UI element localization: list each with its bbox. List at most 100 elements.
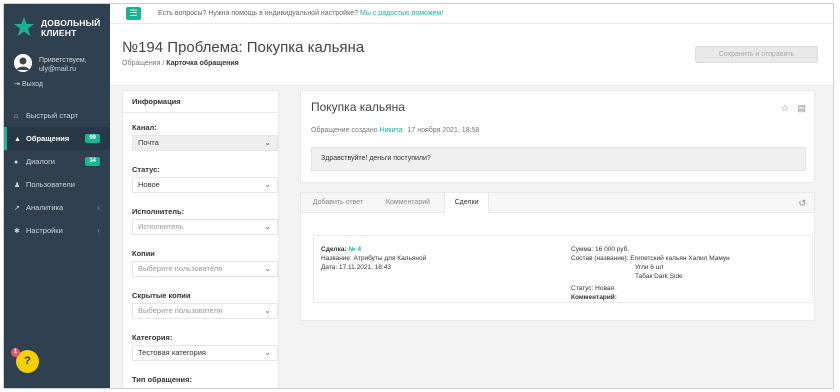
deal-date-row: Дата: 17.11.2021, 18:43 bbox=[321, 263, 426, 272]
hamburger-icon: ☰ bbox=[129, 8, 138, 18]
chevron-down-icon: ⌄ bbox=[264, 306, 271, 315]
breadcrumb-current: Карточка обращения bbox=[166, 60, 239, 67]
deal-sum-row: Сумма: 16 000 руб. bbox=[571, 245, 730, 254]
user-email: uly@mail.ru bbox=[39, 66, 77, 73]
deal-composition-row: Состав (название): Египетский кальян Хал… bbox=[571, 254, 730, 263]
breadcrumb: Обращения / Карточка обращения bbox=[122, 60, 239, 67]
help-label: ? bbox=[24, 355, 31, 367]
deal-label: Сделка: bbox=[321, 246, 347, 253]
hidden-copies-select[interactable]: Выберите пользователя ⌄ bbox=[132, 303, 278, 319]
save-and-send-button[interactable]: Сохранить и отправить bbox=[695, 46, 818, 63]
status-select[interactable]: Новое ⌄ bbox=[132, 177, 278, 193]
page-header: №194 Проблема: Покупка кальяна Обращения… bbox=[110, 24, 833, 86]
ticket-title: Покупка кальяна bbox=[311, 100, 405, 114]
tab-bar: Добавить ответ Комментарий Сделки ↺ bbox=[301, 193, 814, 214]
sidebar-item-tickets[interactable]: ▲ Обращения 99 bbox=[4, 127, 110, 150]
category-label: Категория: bbox=[132, 333, 173, 342]
app-window: ДОВОЛЬНЫЙ КЛИЕНТ Приветствуем, uly@mail.… bbox=[3, 3, 834, 389]
gear-icon: ✱ bbox=[14, 228, 20, 235]
chevron-down-icon: ⌄ bbox=[264, 264, 271, 273]
logo[interactable]: ДОВОЛЬНЫЙ КЛИЕНТ bbox=[13, 14, 103, 44]
deal-card: Сделка: № 4 Название: Атрибуты для Калья… bbox=[313, 235, 813, 303]
sidebar-item-dialogs[interactable]: ● Диалоги 34 bbox=[4, 150, 110, 173]
deal-name-value: Атрибуты для Кальяной bbox=[353, 255, 427, 262]
sidebar-item-users[interactable]: ♟ Пользователи bbox=[4, 173, 110, 196]
deal-right: Сумма: 16 000 руб. Состав (название): Ег… bbox=[571, 245, 730, 302]
tab-add-reply[interactable]: Добавить ответ bbox=[301, 193, 375, 213]
topbar: ☰ Есть вопросы? Нужна помощь в индивидуа… bbox=[110, 4, 833, 24]
deal-sum-label: Сумма: bbox=[571, 246, 594, 253]
executor-select[interactable]: Исполнитель ⌄ bbox=[132, 219, 278, 235]
author-link[interactable]: Никита bbox=[380, 127, 403, 134]
chevron-down-icon: ⌄ bbox=[264, 180, 271, 189]
ticket-card: Покупка кальяна ☆ ▤ Обращение создано Ни… bbox=[300, 90, 815, 183]
logout-link[interactable]: ⇥ Выход bbox=[14, 80, 43, 88]
ticket-type-field: Тип обращения: bbox=[132, 375, 278, 387]
avatar[interactable] bbox=[14, 54, 32, 72]
category-select[interactable]: Тестовая категория ⌄ bbox=[132, 345, 278, 361]
copies-placeholder: Выберите пользователя bbox=[138, 264, 223, 273]
sidebar-item-label: Обращения bbox=[26, 134, 70, 143]
star-logo-icon bbox=[14, 17, 34, 36]
channel-value: Почта bbox=[138, 138, 159, 147]
created-prefix: Обращение создано bbox=[311, 127, 378, 134]
deal-name-label: Название: bbox=[321, 255, 352, 262]
user-avatar-icon bbox=[14, 54, 32, 72]
sidebar-item-label: Пользователи bbox=[26, 180, 75, 189]
deal-composition-item: Табак Dark Side bbox=[635, 273, 683, 280]
executor-placeholder: Исполнитель bbox=[138, 222, 184, 231]
channel-select[interactable]: Почта ⌄ bbox=[132, 135, 278, 151]
deal-date-label: Дата: bbox=[321, 264, 338, 271]
deal-number-row: Сделка: № 4 bbox=[321, 245, 426, 254]
deal-status-label: Статус: bbox=[571, 285, 594, 292]
copies-select[interactable]: Выберите пользователя ⌄ bbox=[132, 261, 278, 277]
dialogs-count-badge: 34 bbox=[85, 157, 100, 166]
status-field: Статус: Новое ⌄ bbox=[132, 165, 278, 193]
status-label: Статус: bbox=[132, 165, 160, 174]
sidebar-nav: ⌂ Быстрый старт ▲ Обращения 99 ● Диалоги 34… bbox=[4, 104, 110, 242]
greeting-text: Приветствуем, bbox=[39, 57, 87, 64]
support-notice: Есть вопросы? Нужна помощь в индивидуаль… bbox=[158, 10, 443, 17]
breadcrumb-separator: / bbox=[162, 60, 165, 67]
sidebar: ДОВОЛЬНЫЙ КЛИЕНТ Приветствуем, uly@mail.… bbox=[4, 4, 110, 388]
users-icon: ♟ bbox=[14, 182, 21, 189]
deal-number-link[interactable]: № 4 bbox=[348, 246, 361, 253]
copies-label: Копии bbox=[132, 249, 155, 258]
executor-field: Исполнитель: Исполнитель ⌄ bbox=[132, 207, 278, 235]
chevron-down-icon: ⌄ bbox=[264, 348, 271, 357]
logout-label: Выход bbox=[22, 81, 43, 88]
hidden-copies-label: Скрытые копии bbox=[132, 291, 191, 300]
star-icon[interactable]: ☆ bbox=[781, 103, 789, 113]
warning-icon: ▲ bbox=[14, 136, 21, 143]
breadcrumb-tickets-link[interactable]: Обращения bbox=[122, 60, 160, 67]
created-date: 17 ноября 2021, 18:58 bbox=[407, 127, 480, 134]
deal-name-row: Название: Атрибуты для Кальяной bbox=[321, 254, 426, 263]
sidebar-item-settings[interactable]: ✱ Настройки ‹ bbox=[4, 219, 110, 242]
category-field: Категория: Тестовая категория ⌄ bbox=[132, 333, 278, 361]
channel-field: Канал: Почта ⌄ bbox=[132, 123, 278, 151]
trash-icon[interactable]: ▤ bbox=[797, 103, 806, 113]
support-link[interactable]: Мы с радостью поможем! bbox=[360, 10, 443, 17]
tabs-card: Добавить ответ Комментарий Сделки ↺ Сдел… bbox=[300, 192, 815, 321]
tickets-count-badge: 99 bbox=[85, 134, 100, 143]
chevron-left-icon: ‹ bbox=[97, 226, 100, 235]
logout-icon: ⇥ bbox=[14, 81, 20, 88]
page-title: №194 Проблема: Покупка кальяна bbox=[122, 39, 365, 56]
deal-left: Сделка: № 4 Название: Атрибуты для Калья… bbox=[321, 245, 426, 272]
deal-composition-label: Состав (название): bbox=[571, 255, 629, 262]
logo-line-2: КЛИЕНТ bbox=[41, 28, 77, 38]
channel-label: Канал: bbox=[132, 123, 157, 132]
sidebar-item-quick-start[interactable]: ⌂ Быстрый старт bbox=[4, 104, 110, 127]
tab-comment[interactable]: Комментарий bbox=[375, 193, 441, 213]
tab-deals[interactable]: Сделки bbox=[444, 193, 489, 214]
deal-comment-label: Комментарий: bbox=[571, 294, 617, 301]
ticket-type-label: Тип обращения: bbox=[132, 375, 192, 384]
support-question: Есть вопросы? Нужна помощь в индивидуаль… bbox=[158, 10, 359, 17]
menu-toggle-button[interactable]: ☰ bbox=[126, 7, 141, 20]
sidebar-item-label: Настройки bbox=[26, 226, 63, 235]
sidebar-item-analytics[interactable]: ↗ Аналитика ‹ bbox=[4, 196, 110, 219]
ticket-actions: ☆ ▤ bbox=[781, 103, 806, 114]
category-value: Тестовая категория bbox=[138, 348, 206, 357]
history-icon[interactable]: ↺ bbox=[798, 198, 806, 209]
hidden-copies-field: Скрытые копии Выберите пользователя ⌄ bbox=[132, 291, 278, 319]
